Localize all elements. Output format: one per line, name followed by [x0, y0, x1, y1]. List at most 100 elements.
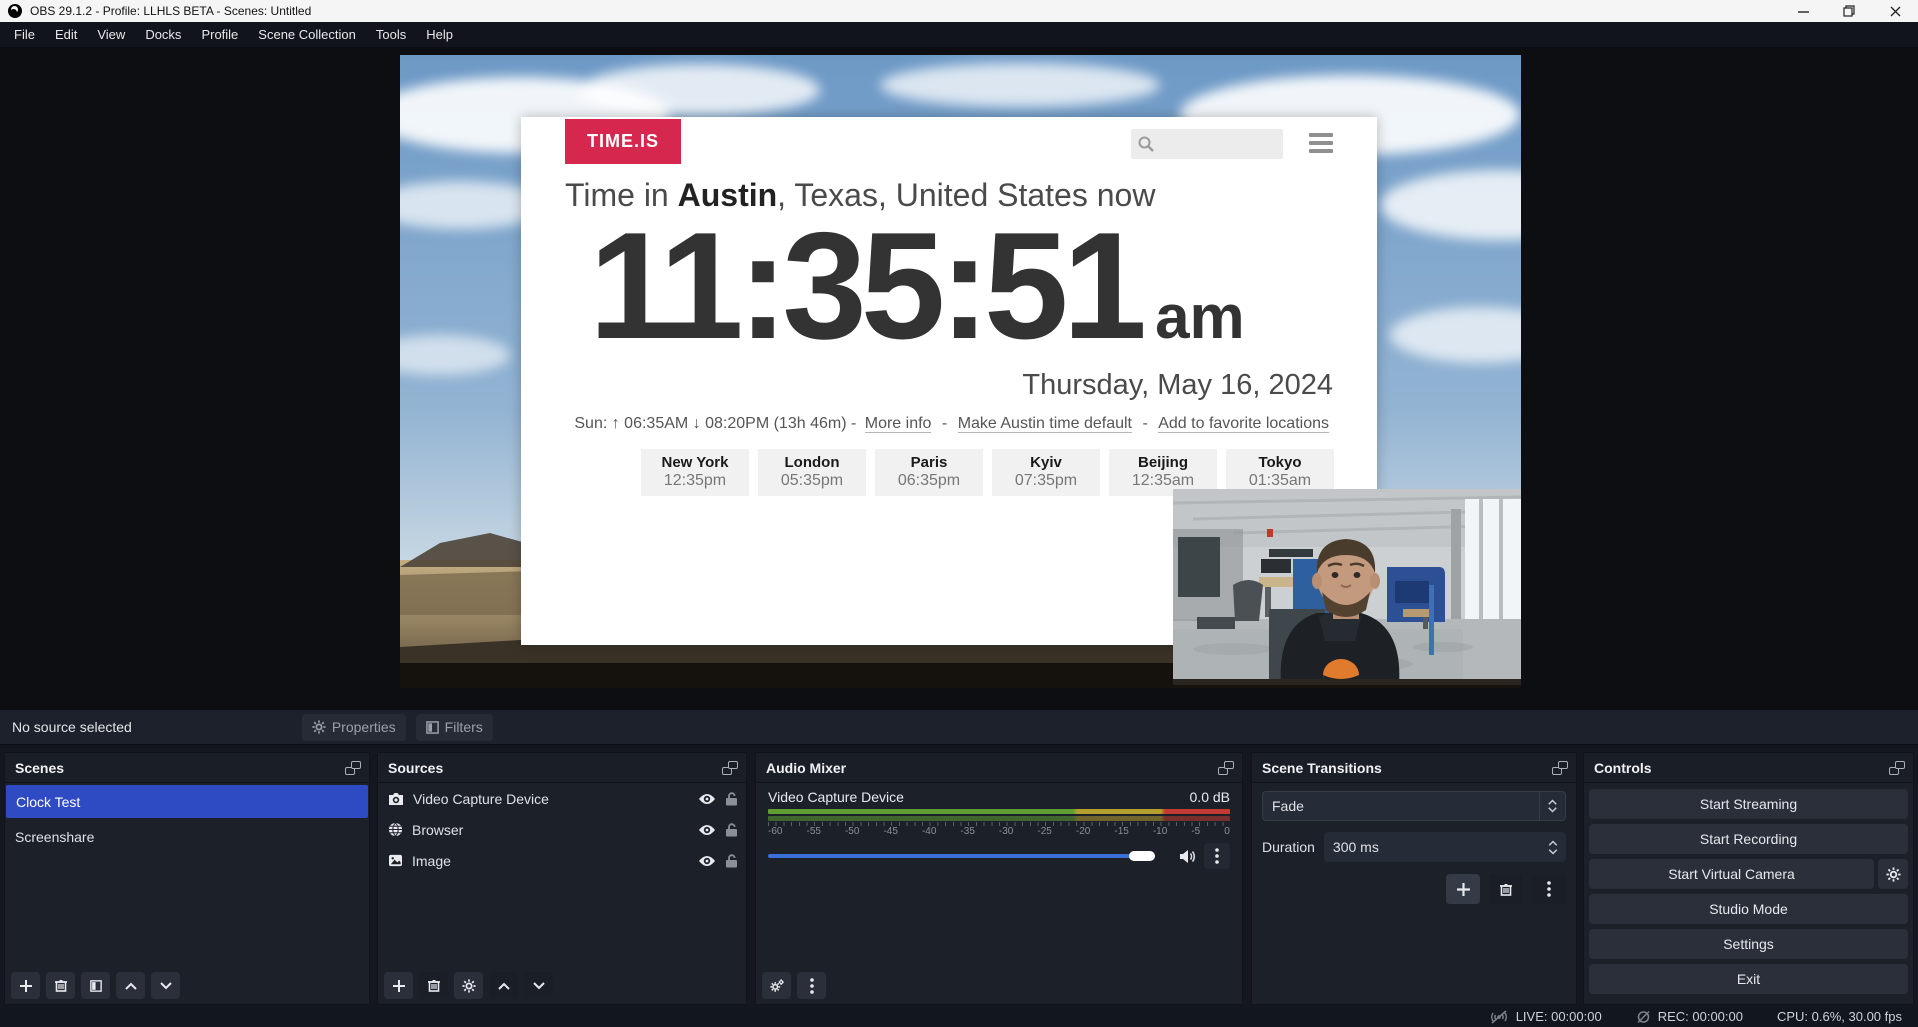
virtual-camera-config-button[interactable]	[1878, 859, 1908, 889]
filter-icon	[426, 721, 439, 734]
globe-icon	[388, 822, 403, 837]
gears-icon	[769, 979, 785, 993]
menu-profile[interactable]: Profile	[191, 22, 248, 47]
popout-icon[interactable]	[1889, 761, 1905, 775]
menubar: File Edit View Docks Profile Scene Colle…	[0, 22, 1918, 47]
transition-properties-button[interactable]	[1532, 874, 1566, 904]
sources-title: Sources	[388, 760, 443, 776]
properties-button[interactable]: Properties	[302, 714, 406, 741]
obs-window: OBS 29.1.2 - Profile: LLHLS BETA - Scene…	[0, 0, 1918, 1027]
scene-item-screenshare[interactable]: Screenshare	[5, 820, 369, 853]
settings-button[interactable]: Settings	[1589, 929, 1908, 959]
more-info-link[interactable]: More info	[865, 415, 932, 433]
add-source-button[interactable]	[384, 972, 413, 999]
scene-filters-button[interactable]	[81, 972, 110, 999]
combo-chevrons-icon	[1539, 792, 1565, 820]
cpu-fps-stats: CPU: 0.6%, 30.00 fps	[1777, 1009, 1902, 1024]
scenes-panel: Scenes Clock Test Screenshare	[4, 752, 370, 1005]
visibility-eye-icon[interactable]	[698, 793, 716, 805]
close-button[interactable]	[1872, 0, 1918, 22]
source-item-video-capture[interactable]: Video Capture Device	[378, 783, 746, 814]
program-canvas[interactable]: TIME.IS Time in Austin, Texas, United St…	[400, 55, 1521, 688]
audio-mixer-panel: Audio Mixer Video Capture Device 0.0 dB …	[755, 752, 1243, 1005]
menu-docks[interactable]: Docks	[135, 22, 191, 47]
volume-slider[interactable]	[768, 851, 1171, 861]
lock-icon[interactable]	[725, 822, 738, 837]
start-virtual-camera-button[interactable]: Start Virtual Camera	[1589, 859, 1874, 889]
menu-edit[interactable]: Edit	[45, 22, 87, 47]
volume-slider-handle[interactable]	[1129, 851, 1155, 861]
source-properties-button[interactable]	[454, 972, 483, 999]
lock-icon[interactable]	[725, 791, 738, 806]
mixer-channel-name: Video Capture Device	[768, 789, 904, 805]
visibility-eye-icon[interactable]	[698, 855, 716, 867]
visibility-eye-icon[interactable]	[698, 824, 716, 836]
dock-area: Scenes Clock Test Screenshare Sources Vi…	[0, 745, 1918, 1006]
lock-icon[interactable]	[725, 853, 738, 868]
source-move-up-button[interactable]	[489, 972, 518, 999]
sources-panel: Sources Video Capture Device Browser Ima…	[377, 752, 747, 1005]
remove-transition-button[interactable]	[1489, 874, 1523, 904]
scenes-title: Scenes	[15, 760, 64, 776]
studio-mode-button[interactable]: Studio Mode	[1589, 894, 1908, 924]
popout-icon[interactable]	[1218, 761, 1234, 775]
remove-scene-button[interactable]	[46, 972, 75, 999]
remove-source-button[interactable]	[419, 972, 448, 999]
city-tile-kyiv[interactable]: Kyiv07:35pm	[992, 449, 1100, 496]
search-icon	[1137, 135, 1155, 153]
start-streaming-button[interactable]: Start Streaming	[1589, 789, 1908, 819]
obs-logo-icon	[8, 4, 22, 18]
window-title: OBS 29.1.2 - Profile: LLHLS BETA - Scene…	[30, 4, 311, 18]
timeis-logo[interactable]: TIME.IS	[565, 119, 681, 164]
webcam-source[interactable]	[1173, 489, 1521, 685]
speaker-icon[interactable]	[1179, 849, 1196, 864]
source-item-image[interactable]: Image	[378, 845, 746, 876]
duration-label: Duration	[1262, 839, 1315, 855]
menu-view[interactable]: View	[87, 22, 135, 47]
mixer-menu-button[interactable]	[797, 972, 826, 999]
city-tile-newyork[interactable]: New York12:35pm	[641, 449, 749, 496]
audio-mixer-title: Audio Mixer	[766, 760, 846, 776]
start-recording-button[interactable]: Start Recording	[1589, 824, 1908, 854]
city-tile-paris[interactable]: Paris06:35pm	[875, 449, 983, 496]
transition-select[interactable]: Fade	[1262, 791, 1566, 821]
restore-button[interactable]	[1826, 0, 1872, 22]
make-default-link[interactable]: Make Austin time default	[958, 415, 1132, 433]
advanced-audio-properties-button[interactable]	[762, 972, 791, 999]
add-transition-button[interactable]	[1446, 874, 1480, 904]
add-scene-button[interactable]	[11, 972, 40, 999]
add-favorite-link[interactable]: Add to favorite locations	[1158, 415, 1329, 433]
popout-icon[interactable]	[722, 761, 738, 775]
menu-help[interactable]: Help	[416, 22, 463, 47]
dots-vertical-icon	[1547, 881, 1551, 897]
source-move-down-button[interactable]	[524, 972, 553, 999]
minimize-button[interactable]	[1780, 0, 1826, 22]
popout-icon[interactable]	[345, 761, 361, 775]
dots-vertical-icon	[1215, 848, 1219, 864]
no-source-selected-label: No source selected	[12, 719, 132, 735]
image-icon	[388, 854, 403, 867]
scene-item-clock-test[interactable]: Clock Test	[6, 785, 368, 818]
scene-move-up-button[interactable]	[116, 972, 145, 999]
menu-tools[interactable]: Tools	[366, 22, 416, 47]
filters-button[interactable]: Filters	[416, 714, 493, 741]
exit-button[interactable]: Exit	[1589, 964, 1908, 994]
source-item-browser[interactable]: Browser	[378, 814, 746, 845]
menu-scene-collection[interactable]: Scene Collection	[248, 22, 366, 47]
hamburger-menu-icon[interactable]	[1309, 133, 1333, 153]
spin-chevrons-icon[interactable]	[1548, 840, 1566, 855]
timeis-search-input[interactable]	[1131, 129, 1283, 159]
menu-file[interactable]: File	[4, 22, 45, 47]
current-date: Thursday, May 16, 2024	[1022, 369, 1333, 402]
camera-icon	[388, 792, 404, 806]
status-bar: LIVE: 00:00:00 REC: 00:00:00 CPU: 0.6%, …	[0, 1006, 1918, 1027]
city-tile-london[interactable]: London05:35pm	[758, 449, 866, 496]
popout-icon[interactable]	[1552, 761, 1568, 775]
vu-meter: -60-55-50-45-40-35-30-25-20-15-10-50	[756, 807, 1242, 837]
current-time-display: 11:35:51 am	[589, 203, 1245, 370]
time-ampm: am	[1155, 282, 1245, 353]
record-inactive-icon	[1636, 1010, 1651, 1024]
scene-move-down-button[interactable]	[151, 972, 180, 999]
duration-spinbox[interactable]: 300 ms	[1324, 832, 1566, 862]
mixer-channel-menu-button[interactable]	[1204, 843, 1230, 869]
